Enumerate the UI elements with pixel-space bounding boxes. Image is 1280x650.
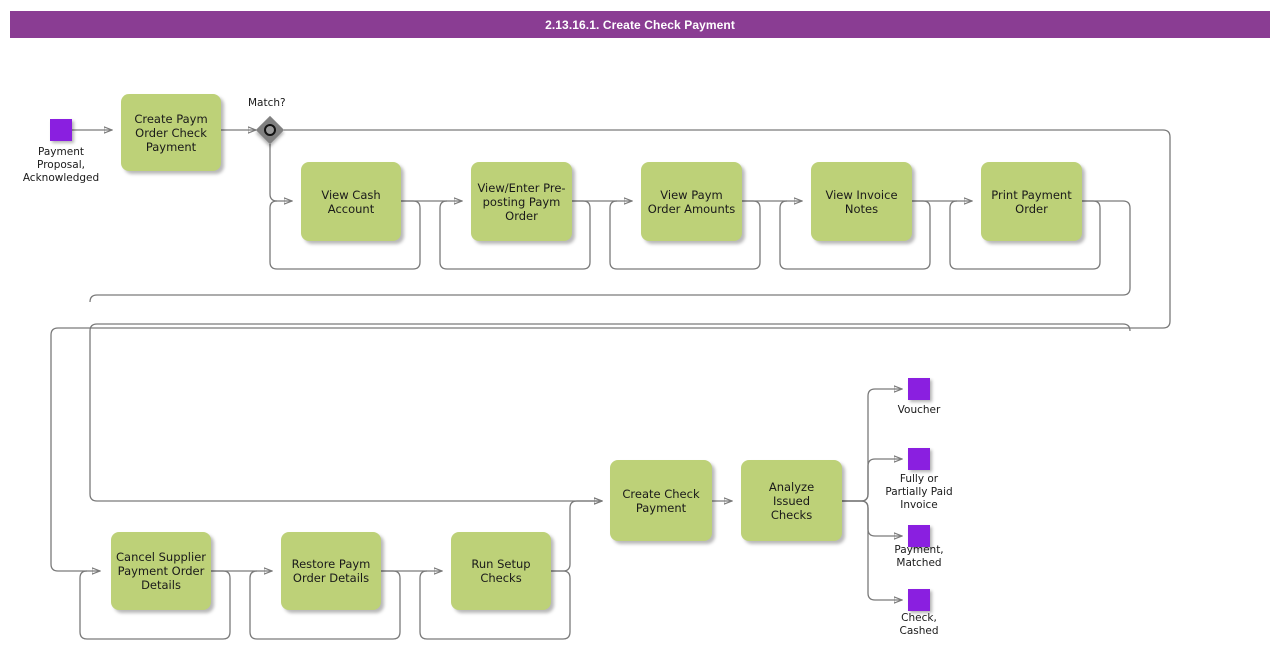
task-label: Restore Paym Order Details <box>291 557 371 585</box>
end-event-voucher-label: Voucher <box>897 404 941 416</box>
end-event-fully-or-partially-paid-invoice-label: Fully or Partially Paid Invoice <box>885 473 953 511</box>
match-gateway[interactable] <box>255 115 285 145</box>
task-label: View Paym Order Amounts <box>647 187 736 216</box>
task-label: Run Setup Checks <box>471 557 531 585</box>
end-event-fully-or-partially-paid-invoice[interactable] <box>908 448 930 470</box>
end-event-check-cashed-label: Check, Cashed <box>899 612 939 637</box>
task-restore-paym-order-details[interactable]: Restore Paym Order Details <box>281 532 381 610</box>
match-gateway-label: Match? <box>248 97 286 109</box>
task-view-paym-order-amounts[interactable]: View Paym Order Amounts <box>641 162 742 241</box>
task-label: Create Check Payment <box>622 486 700 515</box>
start-event-payment-proposal-acknowledged[interactable] <box>50 119 72 141</box>
task-print-payment-order[interactable]: Print Payment Order <box>981 162 1082 241</box>
process-diagram-canvas: 2.13.16.1. Create Check Payment Payment … <box>0 0 1280 650</box>
end-event-payment-matched-label: Payment, Matched <box>894 544 944 569</box>
task-label: Cancel Supplier Payment Order Details <box>116 550 206 592</box>
task-create-paym-order-check-payment[interactable]: Create Paym Order Check Payment <box>121 94 221 171</box>
task-label: View/Enter Pre- posting Paym Order <box>477 180 566 223</box>
task-label: Print Payment Order <box>991 187 1072 216</box>
task-label: Analyze Issued Checks <box>768 479 815 522</box>
page-title: 2.13.16.1. Create Check Payment <box>545 17 735 32</box>
task-label: View Invoice Notes <box>825 187 898 216</box>
task-run-setup-checks[interactable]: Run Setup Checks <box>451 532 551 610</box>
task-label: Create Paym Order Check Payment <box>134 111 208 154</box>
start-event-label: Payment Proposal, Acknowledged <box>22 146 100 184</box>
end-event-check-cashed[interactable] <box>908 589 930 611</box>
task-label: View Cash Account <box>321 187 381 216</box>
task-analyze-issued-checks[interactable]: Analyze Issued Checks <box>741 460 842 541</box>
task-cancel-supplier-payment-order-details[interactable]: Cancel Supplier Payment Order Details <box>111 532 211 610</box>
end-event-voucher[interactable] <box>908 378 930 400</box>
diagram-title-bar: 2.13.16.1. Create Check Payment <box>10 11 1270 38</box>
task-create-check-payment[interactable]: Create Check Payment <box>610 460 712 541</box>
task-view-invoice-notes[interactable]: View Invoice Notes <box>811 162 912 241</box>
inclusive-gateway-circle-icon <box>264 124 276 136</box>
task-view-enter-pre-posting-paym-order[interactable]: View/Enter Pre- posting Paym Order <box>471 162 572 241</box>
task-view-cash-account[interactable]: View Cash Account <box>301 162 401 241</box>
